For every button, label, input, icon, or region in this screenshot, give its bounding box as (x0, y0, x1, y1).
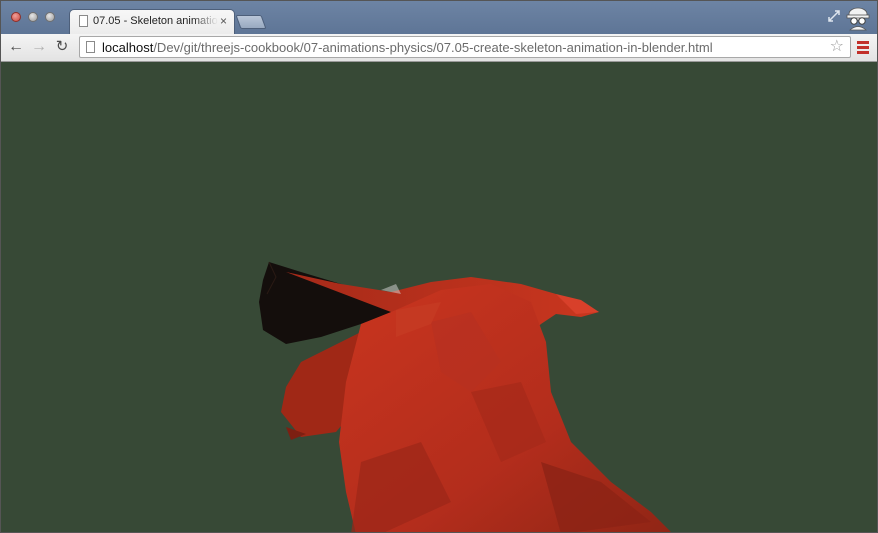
url-path: /Dev/git/threejs-cookbook/07-animations-… (153, 40, 713, 55)
bookmark-star-icon[interactable]: ☆ (830, 38, 844, 56)
browser-window: 07.05 - Skeleton animation × ← → ↻ local… (0, 0, 878, 533)
title-bar: 07.05 - Skeleton animation × (1, 1, 877, 34)
incognito-icon (846, 7, 870, 31)
address-bar[interactable]: localhost/Dev/git/threejs-cookbook/07-an… (79, 36, 851, 58)
reload-button[interactable]: ↻ (53, 38, 71, 56)
close-window-button[interactable] (11, 12, 21, 22)
maximize-window-button[interactable] (45, 12, 55, 22)
tab-close-icon[interactable]: × (220, 14, 227, 28)
page-icon (79, 15, 88, 27)
skeleton-animation-scene (259, 261, 671, 532)
new-tab-button[interactable] (235, 15, 267, 29)
webgl-canvas[interactable] (1, 62, 877, 532)
minimize-window-button[interactable] (28, 12, 38, 22)
url-host: localhost (102, 40, 154, 55)
chrome-menu-icon[interactable] (857, 41, 869, 55)
page-icon (86, 41, 95, 53)
url-text[interactable]: localhost/Dev/git/threejs-cookbook/07-an… (102, 40, 713, 55)
back-button[interactable]: ← (7, 38, 25, 56)
forward-button[interactable]: → (30, 38, 48, 56)
browser-toolbar: ← → ↻ localhost/Dev/git/threejs-cookbook… (1, 34, 877, 62)
fullscreen-icon[interactable] (827, 9, 841, 23)
tab-title: 07.05 - Skeleton animation (93, 15, 218, 27)
tab-active[interactable]: 07.05 - Skeleton animation × (69, 9, 235, 34)
